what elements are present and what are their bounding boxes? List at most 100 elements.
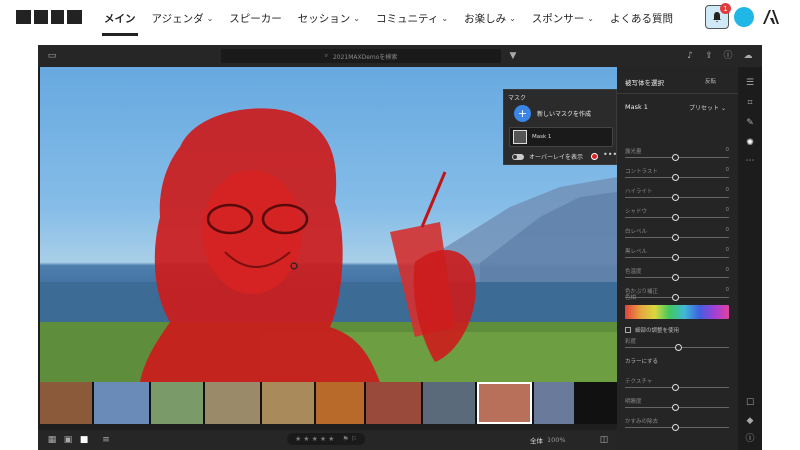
fine-adjust-label: 細部の調整を使用 (635, 328, 680, 334)
slider-knob[interactable] (672, 174, 679, 181)
nav-item[interactable]: メイン (96, 0, 144, 36)
grid-view-icon[interactable]: ▦ (46, 434, 58, 446)
filmstrip-thumb[interactable] (423, 382, 475, 424)
more-icon[interactable]: ••• (603, 150, 617, 159)
flag-icon[interactable]: ⚑ (342, 435, 348, 443)
star-icon[interactable]: ★ (303, 435, 309, 443)
show-overlay-toggle[interactable]: オーバーレイを表示 (512, 152, 583, 161)
adjust-slider[interactable]: コントラスト 0 (625, 167, 729, 181)
reject-flag-icon[interactable]: ⚐ (351, 435, 357, 443)
slider-knob[interactable] (672, 274, 679, 281)
slider-label: 色相 (625, 295, 637, 301)
masking-icon[interactable]: ✺ (744, 137, 756, 149)
crop-icon[interactable]: ⌗ (744, 97, 756, 109)
filter-icon[interactable]: ▼ (507, 50, 519, 62)
adjust-icon[interactable]: ☰ (744, 77, 756, 89)
fine-adjust-checkbox[interactable]: 細部の調整を使用 (625, 326, 679, 334)
filmstrip-thumb[interactable] (534, 382, 574, 424)
cloud-icon[interactable]: ☁ (742, 50, 754, 62)
slider-knob[interactable] (672, 234, 679, 241)
detail-view-icon[interactable]: ■ (78, 434, 90, 446)
mask-item[interactable]: Mask 1 (509, 127, 613, 147)
preset-dropdown[interactable]: プリセット ⌄ (689, 103, 726, 112)
compare-icon[interactable]: ◫ (598, 434, 610, 446)
slider-knob[interactable] (675, 344, 682, 351)
invert-button[interactable]: 反転 (705, 77, 716, 85)
star-rating[interactable]: ★ ★ ★ ★ ★ ⚑ ⚐ (287, 433, 365, 445)
nav-item[interactable]: よくある質問 (602, 0, 681, 36)
bell-icon[interactable]: ♪ (684, 50, 696, 62)
texture-slider[interactable]: テクスチャ (625, 377, 729, 391)
slider-knob[interactable] (672, 214, 679, 221)
slider-knob[interactable] (672, 254, 679, 261)
sort-icon[interactable]: ≡ (100, 434, 112, 446)
nav-item[interactable]: コミュニティ ⌄ (368, 0, 456, 36)
info-icon[interactable]: ⓘ (744, 433, 756, 445)
create-mask-button[interactable]: + 新しいマスクを作成 (514, 105, 591, 122)
slider-value: 0 (725, 147, 730, 153)
nav-item-label: お楽しみ (464, 12, 507, 25)
filmstrip-thumb[interactable] (40, 382, 92, 424)
star-icon[interactable]: ★ (312, 435, 318, 443)
search-input[interactable]: ⌕ 2021MAXDemoを検索 (221, 49, 501, 63)
chevron-down-icon: ⌄ (587, 13, 594, 23)
zoom-percent[interactable]: 100% (547, 436, 566, 444)
star-icon[interactable]: ★ (320, 435, 326, 443)
slider-knob[interactable] (672, 424, 679, 431)
overlay-color-swatch[interactable] (591, 153, 598, 160)
filmstrip-thumb[interactable] (316, 382, 364, 424)
lightroom-app: ▭ ⌕ 2021MAXDemoを検索 ▼ ♪ ⇪ ⓘ ☁ マスク + 新しいマス… (38, 45, 762, 450)
slider-knob[interactable] (672, 384, 679, 391)
slider-value: 0 (725, 187, 730, 193)
zoom-controls[interactable]: 全体 100% (530, 435, 566, 445)
adobe-icon[interactable] (762, 8, 780, 26)
slider-knob[interactable] (672, 194, 679, 201)
edit-panel: 被写体を選択 反転 Mask 1 プリセット ⌄ 露光量 0 コントラスト 0 ハイライ… (617, 67, 738, 450)
nav-item[interactable]: スポンサー ⌄ (524, 0, 602, 36)
nav-item-label: スポンサー (531, 12, 585, 25)
nav-item[interactable]: お楽しみ ⌄ (456, 0, 524, 36)
filmstrip-thumb[interactable] (94, 382, 149, 424)
filmstrip-thumb[interactable] (366, 382, 421, 424)
adjust-slider[interactable]: 白レベル 0 (625, 227, 729, 241)
saturation-slider[interactable]: 彩度 (625, 337, 729, 351)
user-avatar[interactable] (734, 7, 754, 27)
square-view-icon[interactable]: ▣ (62, 434, 74, 446)
adjust-slider[interactable]: 黒レベル 0 (625, 247, 729, 261)
texture-slider[interactable]: かすみの除去 (625, 417, 729, 431)
panel-toggle-icon[interactable]: ▭ (46, 50, 58, 62)
hue-bar[interactable] (625, 305, 729, 319)
filmstrip-thumb-selected[interactable] (477, 382, 532, 424)
nav-item[interactable]: セッション ⌄ (290, 0, 368, 36)
zoom-fit-label[interactable]: 全体 (530, 435, 543, 445)
texture-slider[interactable]: 明瞭度 (625, 397, 729, 411)
star-icon[interactable]: ★ (295, 435, 301, 443)
overlay-label: オーバーレイを表示 (529, 154, 583, 161)
share-icon[interactable]: ⇪ (703, 50, 715, 62)
filmstrip-thumb[interactable] (205, 382, 260, 424)
toggle-switch[interactable] (512, 153, 524, 160)
help-icon[interactable]: ⓘ (722, 50, 734, 62)
adjust-slider[interactable]: シャドウ 0 (625, 207, 729, 221)
slider-knob[interactable] (672, 154, 679, 161)
photo-canvas[interactable]: マスク + 新しいマスクを作成 Mask 1 オーバーレイを表示 ••• (40, 67, 617, 382)
healing-icon[interactable]: ✎ (744, 117, 756, 129)
adjust-slider[interactable]: 色温度 0 (625, 267, 729, 281)
more-icon[interactable]: ⋯ (744, 155, 756, 167)
filmstrip-thumb[interactable] (262, 382, 314, 424)
tag-icon[interactable]: ◆ (744, 415, 756, 427)
colorize-row[interactable]: カラーにする (625, 357, 729, 365)
adjust-slider[interactable]: 露光量 0 (625, 147, 729, 161)
max-logo[interactable] (16, 10, 82, 24)
notification-bell-button[interactable]: 1 (705, 3, 731, 29)
star-icon[interactable]: ★ (328, 435, 334, 443)
nav-item[interactable]: アジェンダ ⌄ (144, 0, 222, 36)
checkbox[interactable] (625, 327, 631, 333)
comment-icon[interactable]: ☐ (744, 397, 756, 409)
slider-knob[interactable] (672, 404, 679, 411)
chevron-down-icon: ⌄ (206, 13, 214, 23)
filmstrip-thumb[interactable] (151, 382, 203, 424)
adjust-slider[interactable]: ハイライト 0 (625, 187, 729, 201)
create-mask-label: 新しいマスクを作成 (537, 111, 592, 118)
nav-item[interactable]: スピーカー (221, 0, 290, 36)
